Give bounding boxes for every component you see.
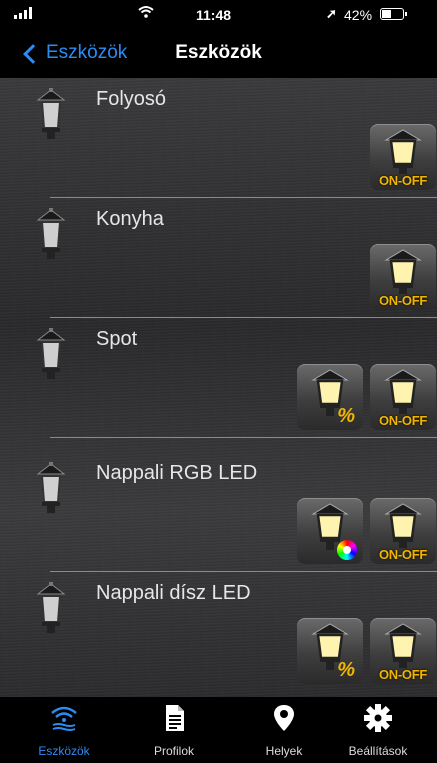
on-off-button[interactable]: ON-OFF <box>370 364 436 430</box>
on-off-button[interactable]: ON-OFF <box>370 124 436 190</box>
lamp-on-icon <box>384 503 422 548</box>
color-wheel-icon <box>337 540 357 560</box>
lamp-on-icon <box>384 623 422 668</box>
on-off-button[interactable]: ON-OFF <box>370 244 436 310</box>
battery-percent: 42% <box>344 7 373 23</box>
dimmer-button[interactable]: % <box>297 618 363 684</box>
page-title: Eszközök <box>175 42 262 63</box>
tab-eszkozok[interactable]: Eszközök <box>14 697 114 763</box>
dimmer-percent-label: % <box>337 659 355 681</box>
lamp-icon <box>36 328 66 379</box>
tab-label: Eszközök <box>38 744 90 758</box>
tab-profilok[interactable]: Profilok <box>124 697 224 763</box>
dimmer-button[interactable]: % <box>297 364 363 430</box>
lamp-on-icon <box>384 129 422 174</box>
on-off-label: ON-OFF <box>378 293 428 308</box>
lamp-icon <box>36 582 66 633</box>
location-pin-icon <box>274 705 294 731</box>
wifi-waves-icon <box>51 706 77 731</box>
device-row-folyoso[interactable]: Folyosó ON-OFF <box>0 78 437 198</box>
lamp-on-icon <box>384 369 422 414</box>
lamp-on-icon <box>384 249 422 294</box>
device-name: Konyha <box>96 208 164 230</box>
device-row-nappali-disz-led[interactable]: Nappali dísz LED % ON-OFF <box>0 572 437 692</box>
on-off-label: ON-OFF <box>378 413 428 428</box>
rgb-color-button[interactable] <box>297 498 363 564</box>
on-off-label: ON-OFF <box>378 667 428 682</box>
navigation-bar: Eszközök Eszközök <box>0 30 437 78</box>
device-list[interactable]: Folyosó ON-OFF Konyha ON-OFF Spot % ON-O… <box>0 78 437 697</box>
battery-icon <box>380 8 407 20</box>
tab-bar: Eszközök Profilok Helyek Beállítások <box>0 697 437 763</box>
tab-helyek[interactable]: Helyek <box>234 697 334 763</box>
lamp-icon <box>36 88 66 139</box>
dimmer-percent-label: % <box>337 405 355 427</box>
device-name: Nappali RGB LED <box>96 462 258 484</box>
gear-icon <box>364 704 392 732</box>
device-row-nappali-rgb-led[interactable]: Nappali RGB LED ON-OFF <box>0 452 437 572</box>
lamp-icon <box>36 208 66 259</box>
device-row-spot[interactable]: Spot % ON-OFF <box>0 318 437 438</box>
device-name: Nappali dísz LED <box>96 582 251 604</box>
on-off-button[interactable]: ON-OFF <box>370 498 436 564</box>
lamp-icon <box>36 462 66 513</box>
location-arrow-icon: ➚ <box>326 6 337 21</box>
tab-beallitasok[interactable]: Beállítások <box>328 697 428 763</box>
document-icon <box>166 705 184 731</box>
device-row-konyha[interactable]: Konyha ON-OFF <box>0 198 437 318</box>
cellular-signal-icon <box>14 7 32 19</box>
wifi-status-icon <box>138 6 154 18</box>
on-off-label: ON-OFF <box>378 547 428 562</box>
tab-label: Profilok <box>153 744 194 758</box>
row-divider <box>50 437 437 438</box>
on-off-label: ON-OFF <box>378 173 428 188</box>
status-bar: 11:48 ➚ 42% <box>0 0 437 30</box>
status-time: 11:48 <box>196 7 232 23</box>
device-name: Folyosó <box>96 88 167 110</box>
on-off-button[interactable]: ON-OFF <box>370 618 436 684</box>
tab-label: Beállítások <box>348 744 408 758</box>
device-name: Spot <box>96 328 138 350</box>
tab-label: Helyek <box>265 744 303 758</box>
